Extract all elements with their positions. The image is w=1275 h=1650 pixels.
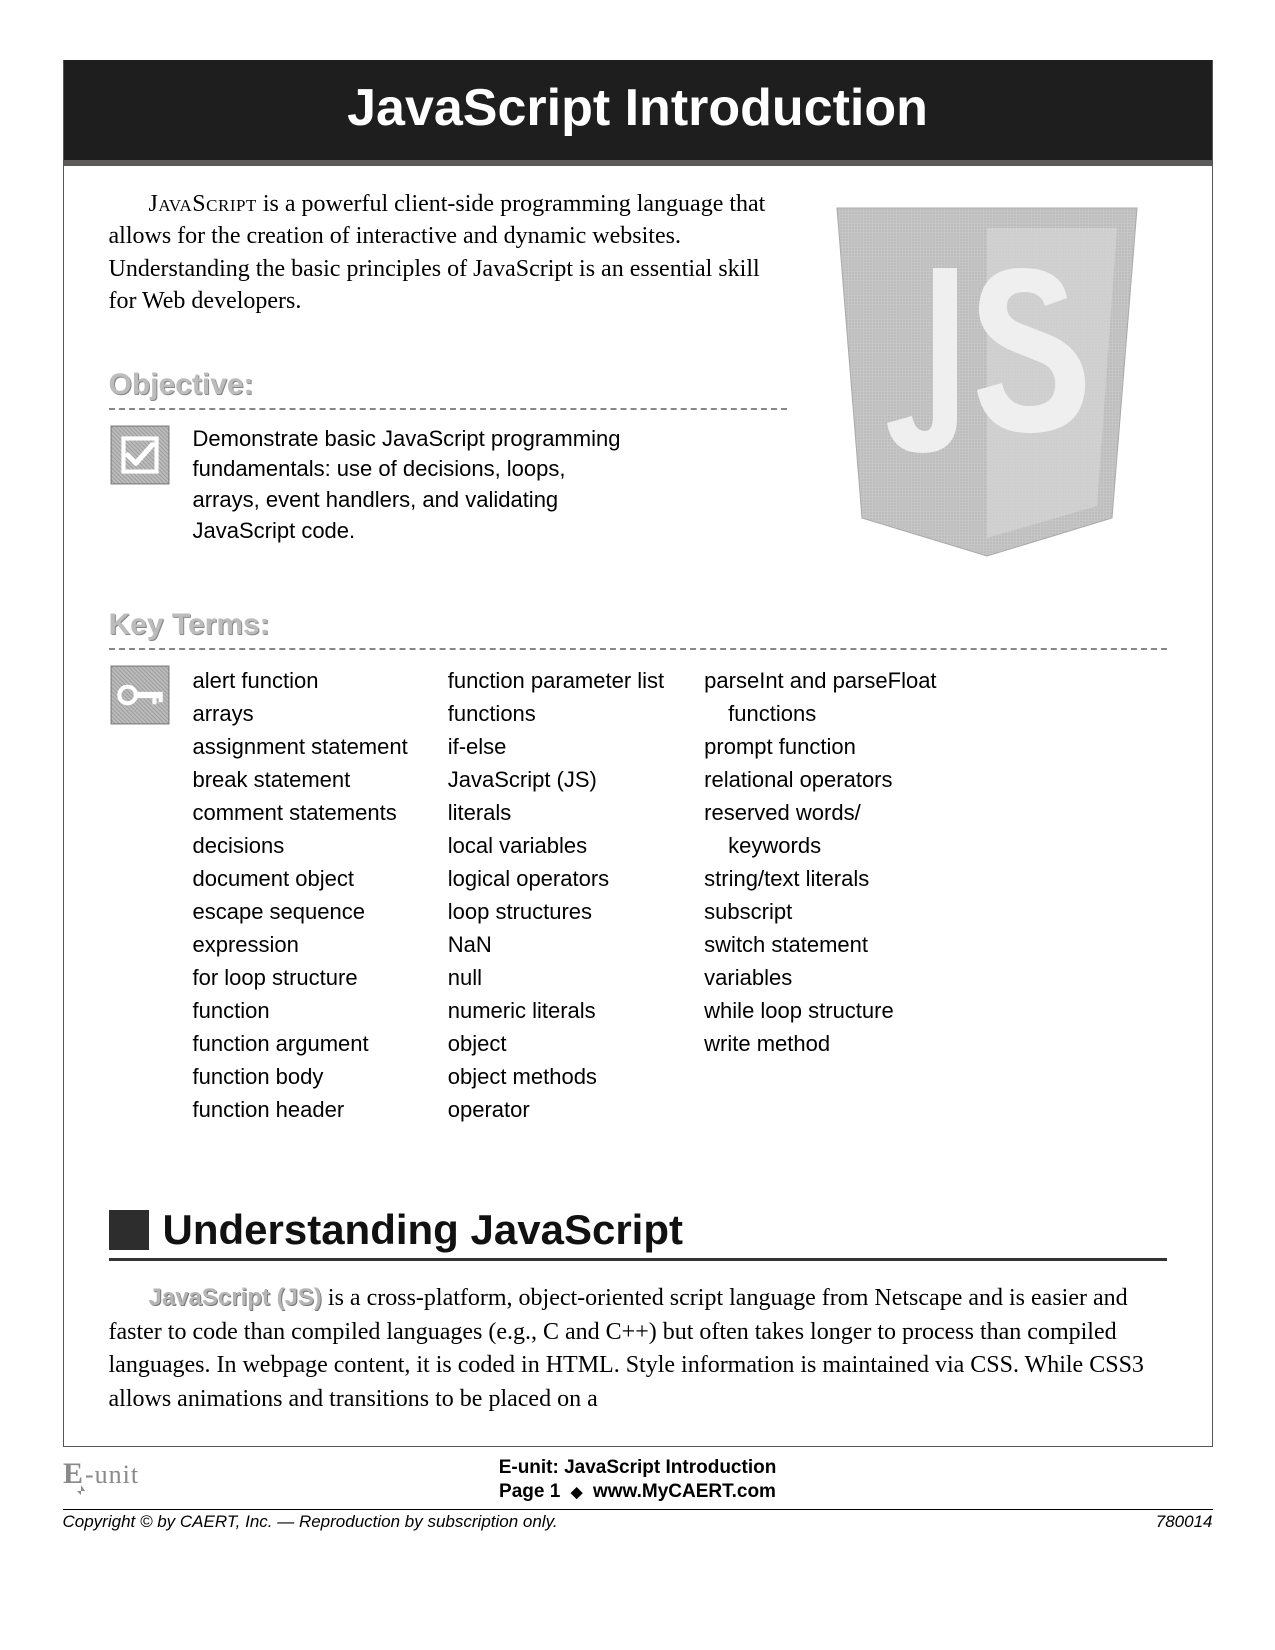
key-icon bbox=[109, 664, 171, 726]
key-term: parseInt and parseFloat bbox=[704, 664, 936, 697]
footer-page-line: Page 1 ◆ www.MyCAERT.com bbox=[499, 1480, 777, 1505]
section-heading-text: Understanding JavaScript bbox=[163, 1206, 683, 1254]
svg-text:E: E bbox=[63, 1457, 83, 1490]
key-terms-column: alert functionarraysassignment statement… bbox=[193, 664, 408, 1126]
key-term: literals bbox=[448, 796, 664, 829]
key-term: expression bbox=[193, 928, 408, 961]
key-term: null bbox=[448, 961, 664, 994]
key-term: local variables bbox=[448, 829, 664, 862]
key-terms-column: function parameter listfunctionsif-elseJ… bbox=[448, 664, 664, 1126]
key-term: subscript bbox=[704, 895, 936, 928]
key-term: function argument bbox=[193, 1027, 408, 1060]
key-term: loop structures bbox=[448, 895, 664, 928]
diamond-icon: ◆ bbox=[571, 1484, 583, 1501]
page: JavaScript Introduction JavaScript is a … bbox=[0, 0, 1275, 1650]
footer-top: E -unit E-unit: JavaScript Introduction … bbox=[63, 1453, 1213, 1507]
key-term: arrays bbox=[193, 697, 408, 730]
footer-bottom: Copyright © by CAERT, Inc. — Reproductio… bbox=[63, 1509, 1213, 1532]
objective-block: Demonstrate basic JavaScript programming… bbox=[109, 424, 787, 547]
key-term: function parameter list bbox=[448, 664, 664, 697]
key-term: document object bbox=[193, 862, 408, 895]
key-term: operator bbox=[448, 1093, 664, 1126]
key-term: keywords bbox=[704, 829, 936, 862]
page-footer: E -unit E-unit: JavaScript Introduction … bbox=[63, 1453, 1213, 1532]
key-term: for loop structure bbox=[193, 961, 408, 994]
js-logo-icon bbox=[807, 188, 1167, 568]
footer-page-number: 1 bbox=[550, 1481, 561, 1502]
key-term: assignment statement bbox=[193, 730, 408, 763]
key-terms-column: parseInt and parseFloatfunctionsprompt f… bbox=[704, 664, 936, 1126]
key-term: variables bbox=[704, 961, 936, 994]
key-term: comment statements bbox=[193, 796, 408, 829]
section-heading: Understanding JavaScript bbox=[109, 1206, 1167, 1261]
intro-column: JavaScript is a powerful client-side pro… bbox=[109, 188, 787, 547]
key-term: write method bbox=[704, 1027, 936, 1060]
eunit-logo: E -unit bbox=[63, 1449, 193, 1497]
key-term: functions bbox=[448, 697, 664, 730]
term-emphasis: JavaScript (JS) bbox=[149, 1284, 322, 1311]
intro-smallcaps: JavaScript bbox=[149, 191, 257, 217]
key-term: break statement bbox=[193, 763, 408, 796]
intro-row: JavaScript is a powerful client-side pro… bbox=[109, 188, 1167, 568]
section-bullet-icon bbox=[109, 1210, 149, 1250]
intro-paragraph: JavaScript is a powerful client-side pro… bbox=[109, 188, 787, 318]
key-term: switch statement bbox=[704, 928, 936, 961]
svg-text:-unit: -unit bbox=[85, 1460, 139, 1489]
objective-heading: Objective: bbox=[109, 368, 787, 410]
footer-center: E-unit: JavaScript Introduction Page 1 ◆… bbox=[499, 1456, 777, 1505]
key-term: object bbox=[448, 1027, 664, 1060]
key-term: JavaScript (JS) bbox=[448, 763, 664, 796]
key-term: reserved words/ bbox=[704, 796, 936, 829]
document-title: JavaScript Introduction bbox=[64, 60, 1212, 166]
key-term: string/text literals bbox=[704, 862, 936, 895]
copyright-text: Copyright © by CAERT, Inc. — Reproductio… bbox=[63, 1512, 558, 1532]
content-body: JavaScript is a powerful client-side pro… bbox=[64, 166, 1212, 1446]
key-term: while loop structure bbox=[704, 994, 936, 1027]
footer-unit-title: E-unit: JavaScript Introduction bbox=[499, 1456, 777, 1481]
key-term: relational operators bbox=[704, 763, 936, 796]
section-paragraph: JavaScript (JS) is a cross-platform, obj… bbox=[109, 1281, 1167, 1416]
key-term: prompt function bbox=[704, 730, 936, 763]
key-term: NaN bbox=[448, 928, 664, 961]
key-term: escape sequence bbox=[193, 895, 408, 928]
footer-page-label: Page bbox=[499, 1481, 544, 1502]
key-term: decisions bbox=[193, 829, 408, 862]
footer-site: www.MyCAERT.com bbox=[593, 1481, 776, 1502]
key-term: object methods bbox=[448, 1060, 664, 1093]
key-term: function header bbox=[193, 1093, 408, 1126]
checkbox-icon bbox=[109, 424, 171, 486]
key-terms-block: alert functionarraysassignment statement… bbox=[109, 664, 1167, 1126]
key-term: functions bbox=[704, 697, 936, 730]
objective-text: Demonstrate basic JavaScript programming… bbox=[193, 424, 623, 547]
key-terms-heading: Key Terms: bbox=[109, 608, 1167, 650]
key-term: function body bbox=[193, 1060, 408, 1093]
key-terms-columns: alert functionarraysassignment statement… bbox=[193, 664, 937, 1126]
document-code: 780014 bbox=[1156, 1512, 1213, 1532]
content-frame: JavaScript Introduction JavaScript is a … bbox=[63, 60, 1213, 1447]
key-term: logical operators bbox=[448, 862, 664, 895]
key-term: numeric literals bbox=[448, 994, 664, 1027]
key-term: if-else bbox=[448, 730, 664, 763]
key-term: function bbox=[193, 994, 408, 1027]
key-term: alert function bbox=[193, 664, 408, 697]
